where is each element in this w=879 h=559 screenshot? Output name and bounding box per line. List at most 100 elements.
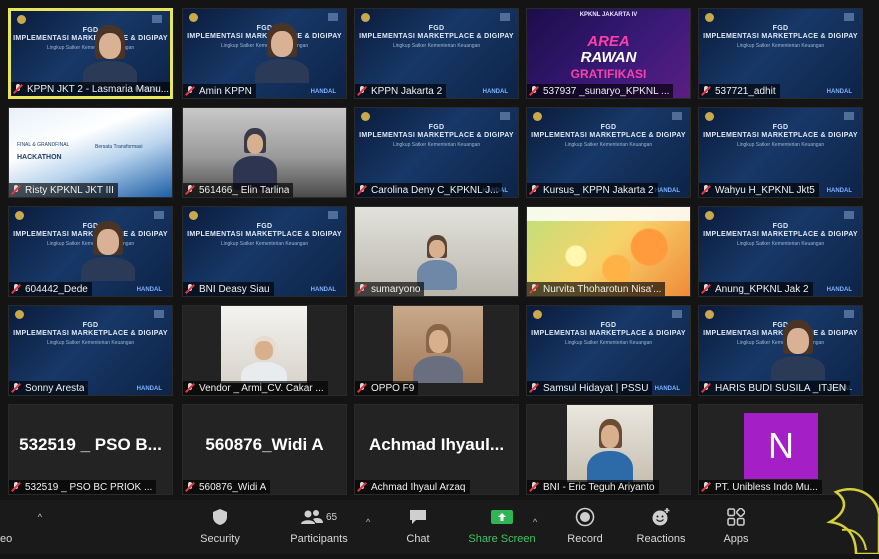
participant-tile[interactable]: sumaryono <box>354 206 519 297</box>
participant-tile[interactable]: FGD IMPLEMENTASI MARKETPLACE & DIGIPAY Lin… <box>698 8 863 99</box>
muted-mic-icon <box>701 185 711 195</box>
share-screen-button[interactable]: Share Screen <box>462 506 542 545</box>
slide-subtitle: Lingkup Satker Kementerian Keuangan <box>46 340 135 346</box>
participant-tile[interactable]: BNI - Eric Teguh Ariyanto <box>526 404 691 495</box>
participant-name-bar: HARIS BUDI SUSILA _ITJEN <box>699 381 851 395</box>
participant-name-bar: Nurvita Thoharotun Nisa'... <box>527 282 666 296</box>
apps-button[interactable]: Apps <box>696 506 776 545</box>
share-options-chevron-icon[interactable]: ^ <box>533 517 537 527</box>
muted-mic-icon <box>185 86 195 96</box>
participants-icon: 65 <box>279 506 359 528</box>
participant-name: 537721_adhit <box>715 85 776 97</box>
participant-tile[interactable]: FGD IMPLEMENTASI MARKETPLACE & DIGIPAY Lin… <box>354 107 519 198</box>
participant-tile[interactable]: FGD IMPLEMENTASI MARKETPLACE & DIGIPAY Lin… <box>526 305 691 396</box>
slide-subtitle: Lingkup Satker Kementerian Keuangan <box>220 241 309 247</box>
participant-name: Vendor _ Armi_CV. Cakar ... <box>199 382 324 394</box>
participant-tile[interactable]: FINAL & GRANDFINAL HACKATHON Bersatu Trans… <box>8 107 173 198</box>
participant-tile[interactable]: FGD IMPLEMENTASI MARKETPLACE & DIGIPAY Lin… <box>182 8 347 99</box>
slide-brand: HANDAL <box>136 287 162 293</box>
participant-display-name: Achmad Ihyaul... <box>368 435 505 454</box>
security-button[interactable]: Security <box>180 506 260 545</box>
participant-tile[interactable]: Nurvita Thoharotun Nisa'... <box>526 206 691 297</box>
participant-name: BNI - Eric Teguh Ariyanto <box>543 481 655 493</box>
muted-mic-icon <box>11 284 21 294</box>
slide-title-line-2: IMPLEMENTASI MARKETPLACE & DIGIPAY <box>187 231 342 238</box>
ministry-logo-icon <box>705 112 714 121</box>
participant-tile[interactable]: FGD IMPLEMENTASI MARKETPLACE & DIGIPAY Lin… <box>526 107 691 198</box>
slide-title-line-1: FGD <box>256 223 273 230</box>
participant-video <box>393 306 483 383</box>
participant-tile[interactable]: FGD IMPLEMENTASI MARKETPLACE & DIGIPAY Lin… <box>698 107 863 198</box>
participant-display-name: 560876_Widi A <box>205 435 324 454</box>
participant-tile[interactable]: 561466_ Elin Tarlina <box>182 107 347 198</box>
person-face <box>255 341 273 360</box>
participant-tile[interactable]: FGD IMPLEMENTASI MARKETPLACE & DIGIPAY Lin… <box>698 305 863 396</box>
participant-tile[interactable]: 560876_Widi A 560876_Widi A <box>182 404 347 495</box>
participant-name-bar: KPPN JKT 2 - Lasmaria Manu... <box>11 82 170 96</box>
slide-title-line-1: FGD <box>600 322 617 329</box>
participants-options-chevron-icon[interactable]: ^ <box>366 517 370 527</box>
hackathon-line-2: HACKATHON <box>17 154 62 161</box>
participant-name: 537937 _sunaryo_KPKNL ... <box>543 85 670 97</box>
participant-tile[interactable]: 532519 _ PSO B... 532519 _ PSO BC PRIOK .… <box>8 404 173 495</box>
person-face <box>246 133 264 154</box>
muted-mic-icon <box>529 86 539 96</box>
reactions-button[interactable]: Reactions <box>621 506 701 545</box>
participant-tile[interactable]: FGD IMPLEMENTASI MARKETPLACE & DIGIPAY Lin… <box>8 8 173 99</box>
slide-subtitle: Lingkup Satker Kementerian Keuangan <box>564 340 653 346</box>
muted-mic-icon <box>185 185 195 195</box>
participant-name-bar: Vendor _ Armi_CV. Cakar ... <box>183 381 328 395</box>
participant-tile[interactable]: OPPO F9 <box>354 305 519 396</box>
participant-tile[interactable]: FGD IMPLEMENTASI MARKETPLACE & DIGIPAY Lin… <box>698 206 863 297</box>
ministry-logo-icon <box>361 13 370 22</box>
shield-icon <box>180 506 260 528</box>
ministry-logo-icon <box>17 15 26 24</box>
participant-tile[interactable]: KPKNL JAKARTA IV AREA RAWAN GRATIFIKASI 5379… <box>526 8 691 99</box>
slide-title-line-1: FGD <box>772 25 789 32</box>
participant-video <box>79 215 137 281</box>
slide-title-line-1: FGD <box>428 25 445 32</box>
participant-name: Amin KPPN <box>199 85 252 97</box>
participant-name-bar: Sonny Aresta <box>9 381 89 395</box>
slide-title-line-2: IMPLEMENTASI MARKETPLACE & DIGIPAY <box>359 132 514 139</box>
participant-tile[interactable]: FGD IMPLEMENTASI MARKETPLACE & DIGIPAY Lin… <box>354 8 519 99</box>
chevron-up-icon: ^ <box>37 512 42 522</box>
person-body <box>255 59 309 83</box>
ministry-logo-icon <box>705 211 714 220</box>
muted-mic-icon <box>529 383 539 393</box>
participant-tile[interactable]: FGD IMPLEMENTASI MARKETPLACE & DIGIPAY Lin… <box>8 206 173 297</box>
video-label: eo <box>0 533 13 545</box>
participant-name-bar: 537721_adhit <box>699 84 780 98</box>
slide-corner-logo-icon <box>672 112 682 120</box>
slide-brand: HANDAL <box>654 386 680 392</box>
participant-tile[interactable]: Achmad Ihyaul... Achmad Ihyaul Arzaq <box>354 404 519 495</box>
chat-button[interactable]: Chat <box>378 506 458 545</box>
slide-brand: HANDAL <box>482 89 508 95</box>
participants-button[interactable]: 65 Participants <box>279 506 359 545</box>
muted-mic-icon <box>13 84 23 94</box>
participant-name-bar: Kursus_ KPPN Jakarta 2 <box>527 183 658 197</box>
participant-name: Achmad Ihyaul Arzaq <box>371 481 466 493</box>
record-label: Record <box>567 533 603 545</box>
participant-tile[interactable]: N PT. Unibless Indo Mu... <box>698 404 863 495</box>
participant-tile[interactable]: FGD IMPLEMENTASI MARKETPLACE & DIGIPAY Lin… <box>182 206 347 297</box>
slide-title: FGD IMPLEMENTASI MARKETPLACE & DIGIPAY <box>699 124 862 140</box>
slide-title: FGD IMPLEMENTASI MARKETPLACE & DIGIPAY <box>699 25 862 41</box>
participant-name: Kursus_ KPPN Jakarta 2 <box>543 184 654 196</box>
record-button[interactable]: Record <box>545 506 625 545</box>
muted-mic-icon <box>185 383 195 393</box>
slide-title: FGD IMPLEMENTASI MARKETPLACE & DIGIPAY <box>527 322 690 338</box>
ministry-logo-icon <box>15 310 24 319</box>
participant-tile[interactable]: FGD IMPLEMENTASI MARKETPLACE & DIGIPAY Lin… <box>8 305 173 396</box>
slide-brand: HANDAL <box>826 89 852 95</box>
ministry-logo-icon <box>15 211 24 220</box>
participant-tile[interactable]: Vendor _ Armi_CV. Cakar ... <box>182 305 347 396</box>
muted-mic-icon <box>357 284 367 294</box>
ministry-logo-icon <box>533 310 542 319</box>
participant-name-bar: BNI - Eric Teguh Ariyanto <box>527 480 659 494</box>
ministry-logo-icon <box>533 112 542 121</box>
slide-title: FGD IMPLEMENTASI MARKETPLACE & DIGIPAY <box>355 124 518 140</box>
stop-video-button[interactable]: ^ eo <box>0 506 42 545</box>
reactions-label: Reactions <box>636 533 686 545</box>
slide-brand: HANDAL <box>310 287 336 293</box>
